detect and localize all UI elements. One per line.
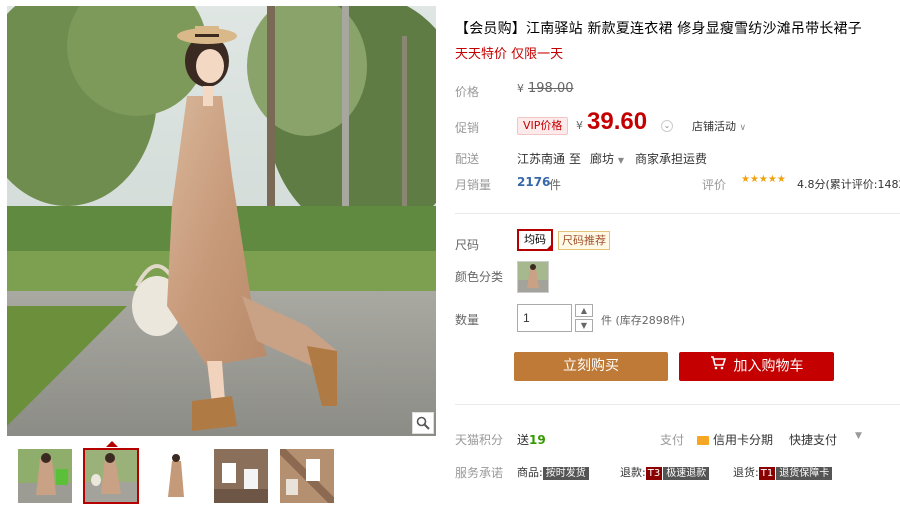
cart-icon — [710, 352, 726, 381]
points-value: 19 — [529, 433, 546, 447]
color-option-swatch[interactable] — [517, 261, 549, 293]
divider — [455, 404, 900, 405]
shipping-from: 江苏南通 — [517, 152, 566, 166]
rating-summary-link[interactable]: 4.8分(累计评价:1482 — [797, 176, 900, 192]
shipping-fee-note: 商家承担运费 — [635, 152, 708, 166]
rating-label: 评价 — [702, 178, 727, 192]
quantity-unit: 件 — [601, 314, 612, 327]
thumbnail-selected-marker — [106, 441, 118, 447]
main-product-image[interactable] — [7, 6, 436, 436]
service-refund: 退款: T3 极速退款 — [620, 464, 710, 480]
promo-currency: ¥ — [576, 119, 583, 132]
payment-label: 支付 — [660, 433, 685, 447]
service-return-label: 退货: — [733, 466, 759, 479]
size-label: 尺码 — [455, 238, 480, 252]
service-refund-badge: T3 — [645, 467, 663, 480]
shipping-to-word: 至 — [569, 152, 582, 166]
service-refund-label: 退款: — [620, 466, 646, 479]
zoom-button[interactable] — [412, 412, 434, 434]
divider — [455, 213, 900, 214]
promo-dropdown-icon[interactable]: ⌄ — [661, 120, 673, 132]
store-activity-label: 店铺活动 — [692, 120, 736, 133]
thumbnail-5[interactable] — [279, 448, 335, 504]
thumbnail-4[interactable] — [213, 448, 269, 504]
store-activity-dropdown[interactable]: 店铺活动 ∨ — [692, 118, 746, 134]
service-goods-badge[interactable]: 按时发货 — [542, 467, 589, 480]
chevron-down-icon: ∨ — [739, 123, 747, 133]
price-label: 价格 — [455, 85, 480, 99]
vip-price-tag: VIP价格 — [517, 117, 569, 135]
product-subtitle: 天天特价 仅限一天 — [455, 47, 564, 62]
service-return: 退货: T1 退货保障卡 — [733, 464, 833, 480]
add-to-cart-button[interactable]: 加入购物车 — [679, 352, 834, 381]
quantity-input[interactable]: 1 — [517, 304, 572, 332]
service-return-text[interactable]: 退货保障卡 — [776, 467, 833, 480]
points-label: 天猫积分 — [455, 433, 504, 447]
shipping-label: 配送 — [455, 152, 480, 166]
original-price-value: 198.00 — [528, 81, 574, 96]
payment-quick-label: 快捷支付 — [789, 433, 838, 447]
service-label: 服务承诺 — [455, 466, 504, 480]
promo-label: 促销 — [455, 121, 480, 135]
thumbnail-3[interactable] — [147, 448, 203, 504]
color-label: 颜色分类 — [455, 270, 504, 284]
payment-quick-option[interactable]: 快捷支付 — [789, 431, 837, 448]
payment-credit-label: 信用卡分期 — [713, 433, 774, 447]
service-refund-text[interactable]: 极速退款 — [663, 467, 710, 480]
service-goods: 商品: 按时发货 — [517, 464, 589, 480]
product-title: 【会员购】江南驿站 新款夏连衣裙 修身显瘦雪纺沙滩吊带长裙子 — [455, 21, 862, 37]
monthly-sales-label: 月销量 — [455, 178, 492, 192]
thumbnail-2-selected[interactable] — [83, 448, 139, 504]
thumbnail-1[interactable] — [17, 448, 73, 504]
promo-price: 39.60 — [587, 108, 648, 135]
selected-corner-icon — [545, 243, 553, 251]
service-goods-label: 商品: — [517, 466, 543, 479]
original-price-currency: ¥ — [517, 82, 524, 95]
quantity-increase-button[interactable]: ▲ — [575, 304, 593, 317]
swatch-image — [518, 262, 548, 292]
points-send-word: 送 — [517, 433, 530, 447]
service-return-badge: T1 — [758, 467, 776, 480]
credit-card-icon — [697, 436, 709, 445]
buy-now-button[interactable]: 立刻购买 — [514, 352, 668, 381]
payment-credit-option[interactable]: 信用卡分期 — [697, 431, 773, 448]
thumbnail-strip — [17, 441, 347, 504]
monthly-sales-count: 2176 — [517, 175, 551, 189]
stock-info: 件 (库存2898件) — [601, 312, 685, 328]
size-option-label: 均码 — [524, 233, 546, 246]
quantity-decrease-button[interactable]: ▼ — [575, 319, 593, 332]
monthly-sales-unit: 件 — [549, 178, 562, 192]
rating-stars: ★★★★★ — [741, 174, 786, 185]
points-info: 送19 — [517, 431, 546, 448]
size-option-selected[interactable]: 均码 — [517, 229, 553, 251]
original-price: ¥198.00 — [517, 81, 574, 96]
product-photo — [7, 6, 436, 436]
add-to-cart-label: 加入购物车 — [733, 358, 804, 375]
magnifier-icon — [416, 416, 430, 430]
shipping-destination: 廊坊 — [590, 152, 615, 166]
shipping-destination-select[interactable]: 廊坊 ▼ — [590, 150, 624, 167]
quantity-label: 数量 — [455, 313, 480, 327]
payment-caret-icon[interactable]: ▼ — [855, 431, 862, 441]
caret-down-icon: ▼ — [617, 156, 624, 165]
size-recommend-link[interactable]: 尺码推荐 — [558, 231, 610, 250]
stock-count: (库存2898件) — [615, 314, 686, 327]
